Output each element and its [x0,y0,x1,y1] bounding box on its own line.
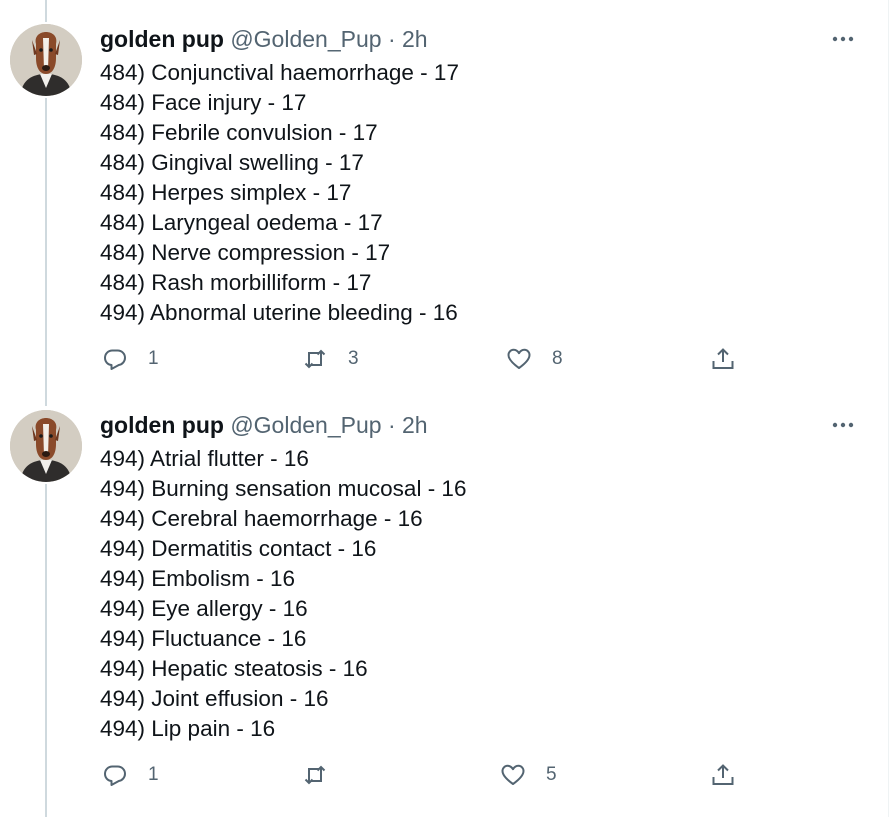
tweet-line: 494) Atrial flutter - 16 [100,446,309,471]
retweet-button[interactable]: 3 [302,344,359,374]
retweet-count: 3 [348,348,359,369]
reply-icon [104,349,126,370]
separator: · [387,26,396,52]
tweet-line: 484) Herpes simplex - 17 [100,180,352,205]
tweet[interactable]: golden pup @Golden_Pup · 2h 484) Conjunc… [0,24,884,384]
tweet-header: golden pup @Golden_Pup · 2h [100,24,428,54]
tweet-line: 494) Dermatitis contact - 16 [100,536,377,561]
share-button[interactable] [710,760,736,790]
tweet-line: 484) Rash morbilliform - 17 [100,270,372,295]
tweet-actions: 1 5 [100,760,800,790]
tweet-line: 484) Gingival swelling - 17 [100,150,364,175]
tweet-line: 494) Hepatic steatosis - 16 [100,656,368,681]
reply-button[interactable]: 1 [102,344,159,374]
reply-icon [104,765,126,786]
tweet-line: 484) Febrile convulsion - 17 [100,120,378,145]
tweet-line: 494) Burning sensation mucosal - 16 [100,476,467,501]
tweet-line: 494) Fluctuance - 16 [100,626,307,651]
timestamp[interactable]: 2h [402,412,428,438]
more-horizontal-icon [832,36,854,42]
tweet-line: 484) Face injury - 17 [100,90,307,115]
avatar[interactable] [10,410,82,482]
tweet-line: 494) Embolism - 16 [100,566,296,591]
retweet-button[interactable] [302,760,348,790]
tweet-line: 484) Laryngeal oedema - 17 [100,210,383,235]
tweet-line: 494) Cerebral haemorrhage - 16 [100,506,423,531]
tweet-header: golden pup @Golden_Pup · 2h [100,410,428,440]
display-name[interactable]: golden pup [100,26,224,52]
timestamp[interactable]: 2h [402,26,428,52]
tweet-line: 494) Eye allergy - 16 [100,596,308,621]
tweet-text: 484) Conjunctival haemorrhage - 17 484) … [100,58,459,328]
reply-count: 1 [148,764,159,785]
display-name[interactable]: golden pup [100,412,224,438]
tweet-actions: 1 3 8 [100,344,800,374]
share-icon [712,348,734,369]
avatar[interactable] [10,24,82,96]
like-count: 5 [546,764,557,785]
reply-button[interactable]: 1 [102,760,159,790]
username[interactable]: @Golden_Pup [230,412,381,438]
share-button[interactable] [710,344,736,374]
more-options-button[interactable] [830,26,856,52]
tweet-line: 494) Abnormal uterine bleeding - 16 [100,300,458,325]
tweet[interactable]: golden pup @Golden_Pup · 2h 494) Atrial … [0,410,884,810]
timeline-border [888,0,889,817]
retweet-icon [304,765,326,785]
tweet-line: 484) Nerve compression - 17 [100,240,391,265]
tweet-line: 484) Conjunctival haemorrhage - 17 [100,60,459,85]
more-horizontal-icon [832,422,854,428]
username[interactable]: @Golden_Pup [230,26,381,52]
separator: · [387,412,396,438]
thread-line-top [45,0,47,22]
retweet-icon [304,349,326,369]
like-button[interactable]: 8 [506,344,563,374]
tweet-line: 494) Joint effusion - 16 [100,686,329,711]
heart-icon [501,764,525,785]
heart-icon [507,348,531,369]
like-button[interactable]: 5 [500,760,557,790]
like-count: 8 [552,348,563,369]
more-options-button[interactable] [830,412,856,438]
share-icon [712,764,734,785]
tweet-text: 494) Atrial flutter - 16 494) Burning se… [100,444,466,744]
tweet-line: 494) Lip pain - 16 [100,716,276,741]
reply-count: 1 [148,348,159,369]
